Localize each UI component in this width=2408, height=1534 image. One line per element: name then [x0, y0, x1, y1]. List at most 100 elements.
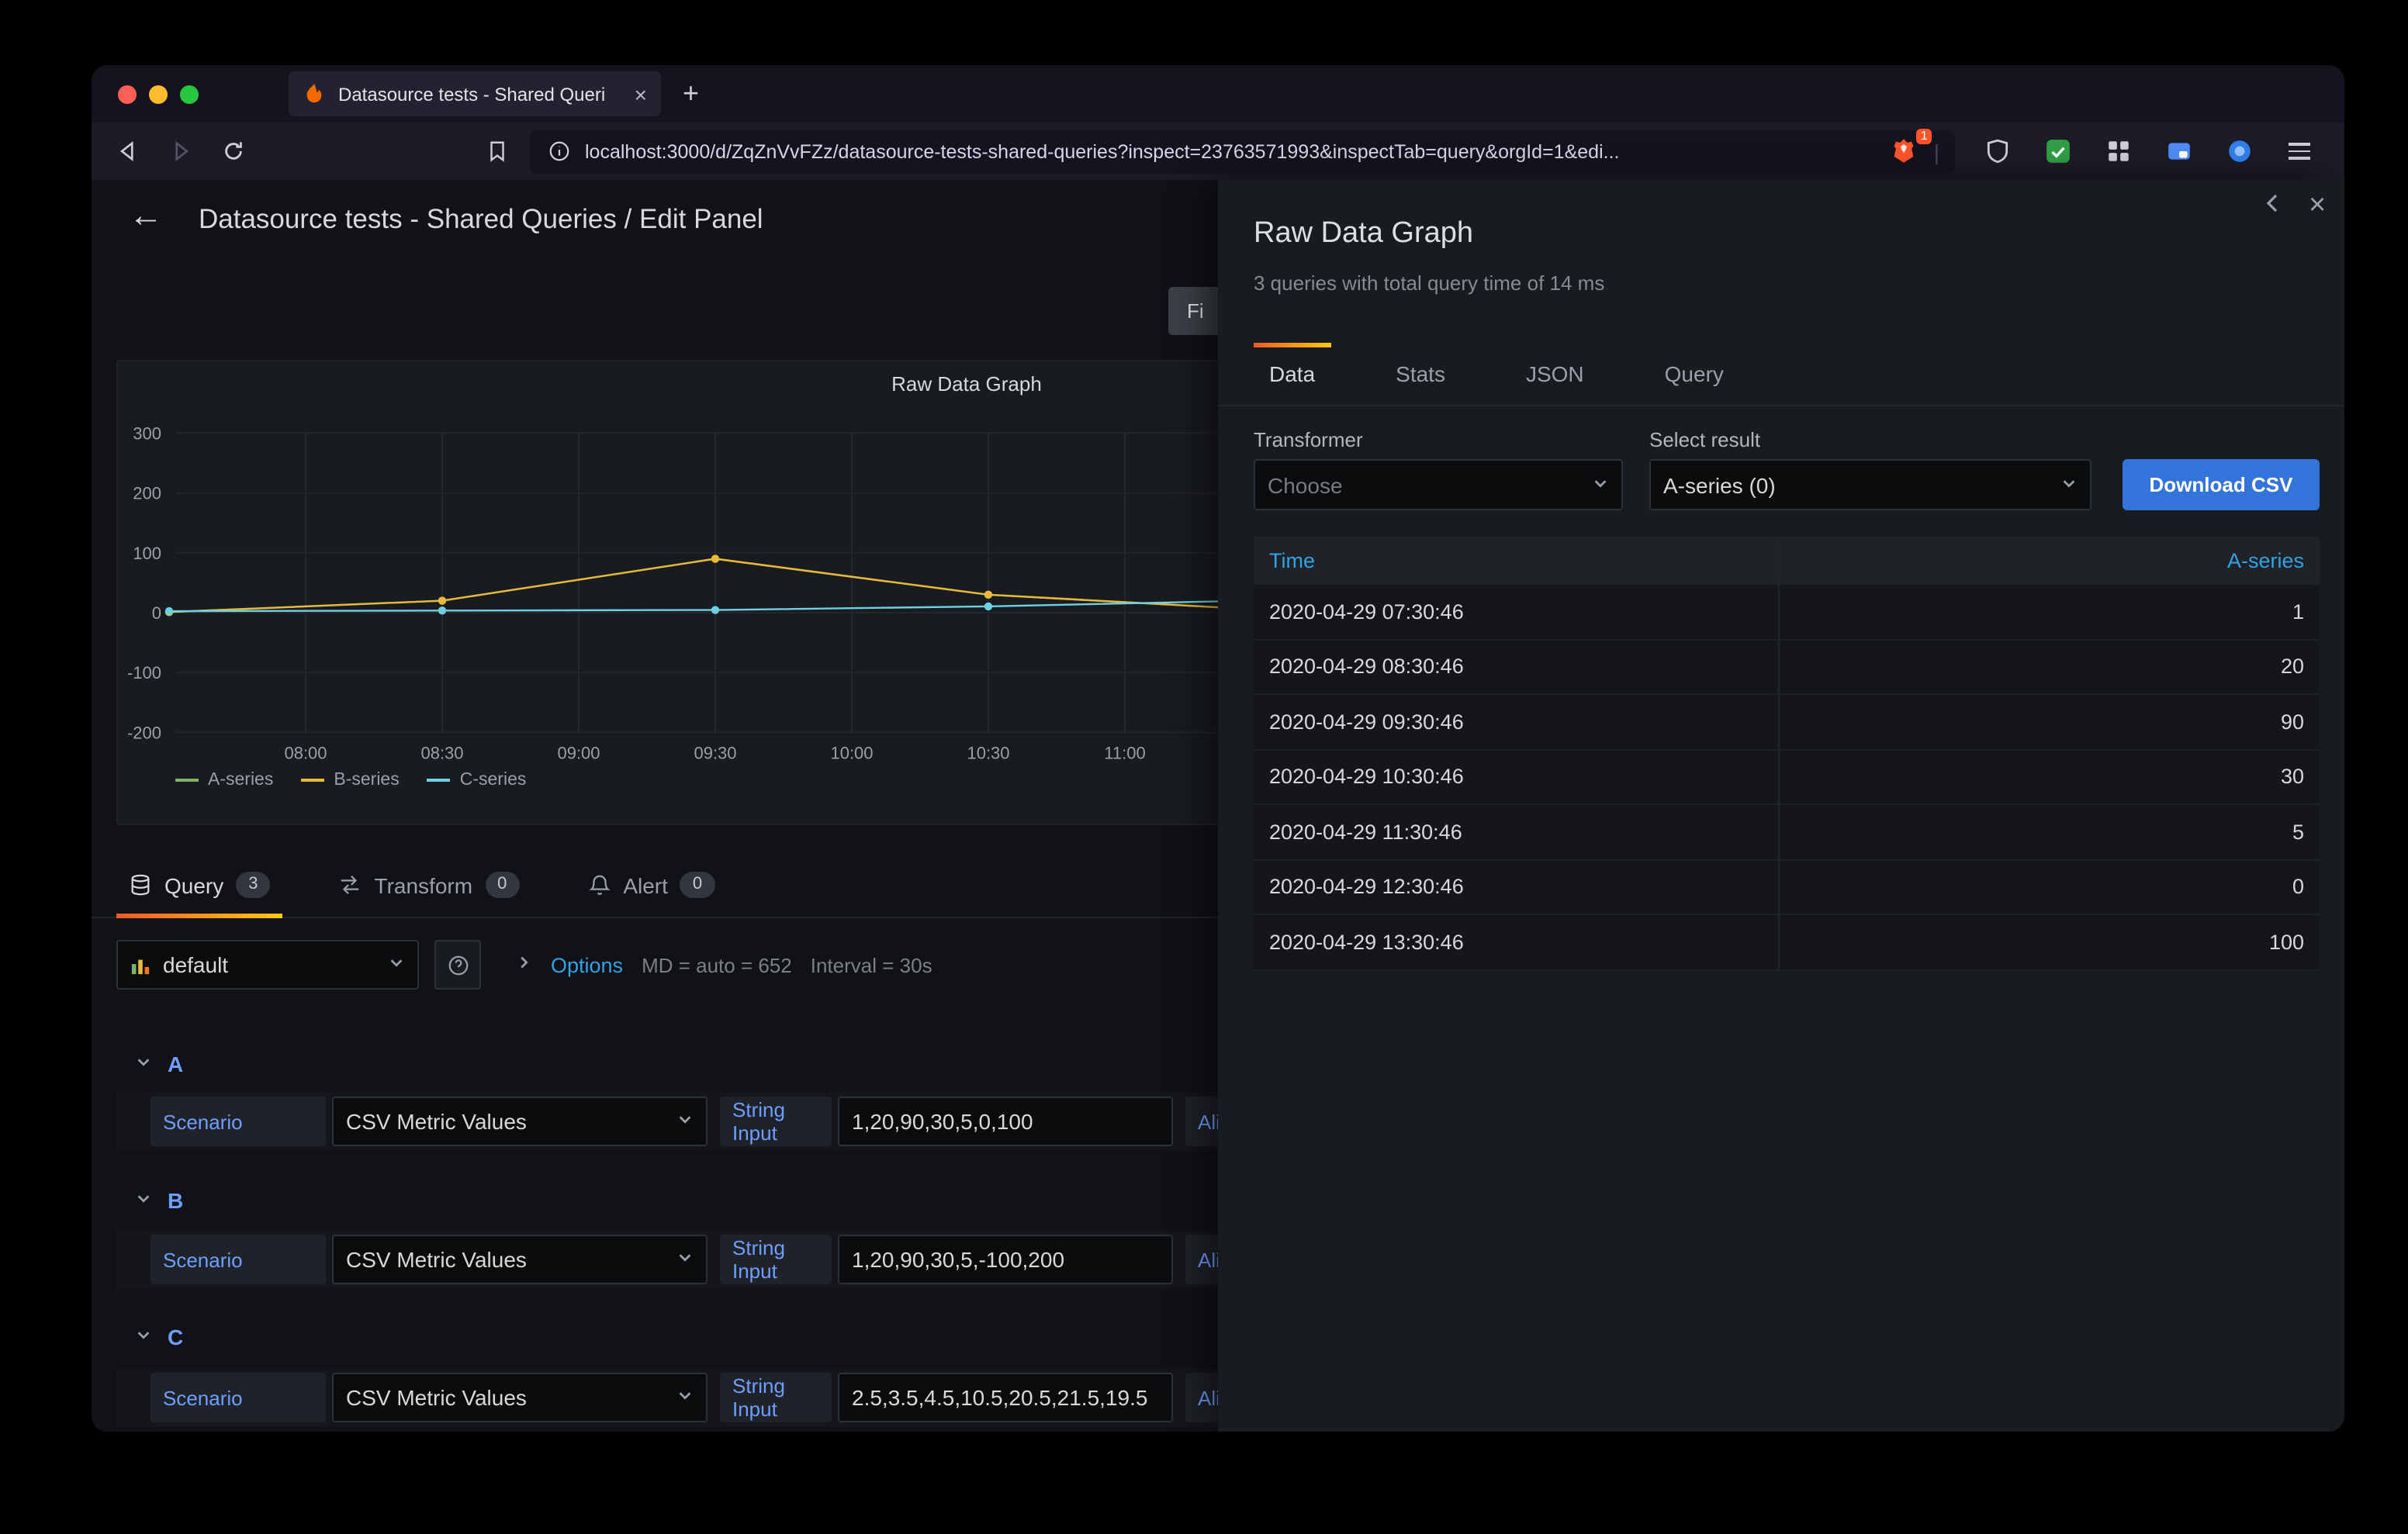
new-tab-button[interactable]: +: [683, 78, 699, 110]
tab-transform[interactable]: Transform 0: [327, 852, 532, 917]
transformer-select[interactable]: Choose: [1254, 459, 1623, 510]
column-header-time[interactable]: Time: [1254, 549, 1778, 572]
drawer-close-icon[interactable]: ×: [2309, 191, 2326, 220]
inspect-tab-stats[interactable]: Stats: [1380, 343, 1461, 405]
extension-screenshot-icon[interactable]: [2158, 131, 2199, 171]
url-bar[interactable]: localhost:3000/d/ZqZnVvFZz/datasource-te…: [529, 128, 1955, 173]
panel-editor-back-button[interactable]: ←: [129, 195, 163, 236]
page-title: Datasource tests - Shared Queries / Edit…: [199, 203, 763, 234]
cell-value: 100: [1778, 915, 2320, 969]
string-input-field[interactable]: 2.5,3.5,4.5,10.5,20.5,21.5,19.5: [838, 1373, 1173, 1422]
cell-value: 30: [1778, 750, 2320, 803]
transformer-placeholder: Choose: [1268, 472, 1343, 497]
cell-time: 2020-04-29 11:30:46: [1269, 820, 1462, 844]
tab-count-badge: 3: [236, 872, 271, 898]
brave-badge: 1: [1915, 128, 1932, 143]
tab-query[interactable]: Query 3: [116, 852, 284, 917]
table-row: 2020-04-29 11:30:46 5: [1254, 805, 2320, 860]
svg-text:11:00: 11:00: [1104, 743, 1145, 762]
svg-text:200: 200: [133, 484, 161, 503]
svg-text:300: 300: [133, 423, 161, 443]
cell-value: 90: [1778, 695, 2320, 748]
datasource-icon: [130, 955, 150, 975]
legend-item[interactable]: B-series: [301, 771, 400, 789]
browser-tab[interactable]: Datasource tests - Shared Queri ×: [289, 71, 661, 116]
download-csv-button[interactable]: Download CSV: [2123, 459, 2320, 510]
column-header-a-series[interactable]: A-series: [1778, 537, 2320, 585]
inspect-tab-json[interactable]: JSON: [1510, 343, 1600, 405]
scenario-label: Scenario: [150, 1373, 326, 1422]
cell-time: 2020-04-29 08:30:46: [1269, 655, 1464, 679]
scenario-select[interactable]: CSV Metric Values: [332, 1097, 708, 1146]
table-row: 2020-04-29 09:30:46 90: [1254, 695, 2320, 750]
scenario-select[interactable]: CSV Metric Values: [332, 1373, 708, 1422]
svg-text:10:00: 10:00: [830, 743, 873, 762]
svg-text:09:00: 09:00: [557, 743, 600, 762]
svg-text:09:30: 09:30: [694, 743, 736, 762]
editor-tabs: Query 3 Transform 0 Alert 0: [92, 853, 1218, 918]
svg-text:10:30: 10:30: [967, 743, 1009, 762]
tab-title: Datasource tests - Shared Queri: [338, 83, 606, 105]
legend-item[interactable]: A-series: [175, 771, 273, 789]
extension-green-icon[interactable]: [2037, 131, 2078, 171]
extension-profile-icon[interactable]: [2219, 131, 2259, 171]
legend-item[interactable]: C-series: [427, 771, 526, 789]
query-row-header-b[interactable]: B: [116, 1179, 183, 1222]
inspect-tab-data[interactable]: Data: [1254, 343, 1330, 405]
drawer-title: Raw Data Graph: [1254, 217, 1474, 250]
cell-value: 1: [1778, 585, 2320, 638]
zoom-window-button[interactable]: [180, 85, 199, 103]
query-row-header-a[interactable]: A: [116, 1042, 183, 1086]
string-input-field[interactable]: 1,20,90,30,5,-100,200: [838, 1235, 1173, 1284]
extension-area: [1967, 131, 2329, 171]
chart-legend: A-series B-series C-series: [175, 771, 526, 789]
svg-text:0: 0: [152, 603, 161, 623]
close-window-button[interactable]: [118, 85, 137, 103]
menu-icon[interactable]: [2279, 131, 2320, 171]
result-select[interactable]: A-series (0): [1649, 459, 2091, 510]
bookmark-icon[interactable]: [476, 131, 517, 171]
svg-text:08:30: 08:30: [420, 743, 463, 762]
tab-close-icon[interactable]: ×: [635, 83, 647, 105]
query-ref-label: B: [168, 1188, 184, 1213]
tab-count-badge: 0: [485, 872, 520, 898]
drawer-back-icon[interactable]: [2261, 191, 2285, 223]
cell-value: 0: [1778, 860, 2320, 914]
datasource-help-button[interactable]: [434, 940, 481, 990]
datasource-picker[interactable]: default: [116, 940, 419, 990]
url-text[interactable]: localhost:3000/d/ZqZnVvFZz/datasource-te…: [585, 140, 1878, 162]
grafana-app: ← Datasource tests - Shared Queries / Ed…: [92, 180, 2344, 1432]
table-row: 2020-04-29 13:30:46 100: [1254, 915, 2320, 970]
query-toolbar: default Options MD = auto = 652 Interval…: [116, 940, 932, 990]
tab-alert[interactable]: Alert 0: [575, 852, 727, 917]
interval-text: Interval = 30s: [810, 953, 932, 976]
chevron-down-icon: [676, 1384, 694, 1411]
svg-text:-200: -200: [127, 723, 161, 742]
transformer-label: Transformer: [1254, 428, 1363, 451]
chevron-down-icon: [2060, 471, 2078, 499]
minimize-window-button[interactable]: [149, 85, 168, 103]
legend-swatch: [427, 779, 451, 782]
reload-icon[interactable]: [213, 131, 253, 171]
svg-text:08:00: 08:00: [284, 743, 327, 762]
options-label[interactable]: Options: [551, 953, 623, 976]
forward-icon[interactable]: [160, 131, 200, 171]
string-input-field[interactable]: 1,20,90,30,5,0,100: [838, 1097, 1173, 1146]
cell-time: 2020-04-29 07:30:46: [1269, 599, 1464, 624]
scenario-select[interactable]: CSV Metric Values: [332, 1235, 708, 1284]
extension-grid-icon[interactable]: [2098, 131, 2138, 171]
chevron-right-icon: [515, 951, 532, 979]
brave-shield-icon[interactable]: 1: [1891, 128, 1932, 167]
datasource-value: default: [163, 952, 229, 977]
pocket-shield-icon[interactable]: [1977, 131, 2017, 171]
query-row-header-c[interactable]: C: [116, 1315, 183, 1359]
query-ref-label: A: [168, 1052, 184, 1076]
urlbar-separator: |: [1933, 139, 1939, 164]
inspect-tab-query[interactable]: Query: [1649, 343, 1739, 405]
back-icon[interactable]: [107, 131, 147, 171]
site-info-icon[interactable]: [545, 137, 573, 165]
options-toggle[interactable]: Options MD = auto = 652 Interval = 30s: [515, 951, 932, 979]
inspect-table-body: 2020-04-29 07:30:46 1 2020-04-29 08:30:4…: [1254, 585, 2320, 970]
scenario-value: CSV Metric Values: [346, 1385, 527, 1410]
cell-value: 20: [1778, 640, 2320, 693]
